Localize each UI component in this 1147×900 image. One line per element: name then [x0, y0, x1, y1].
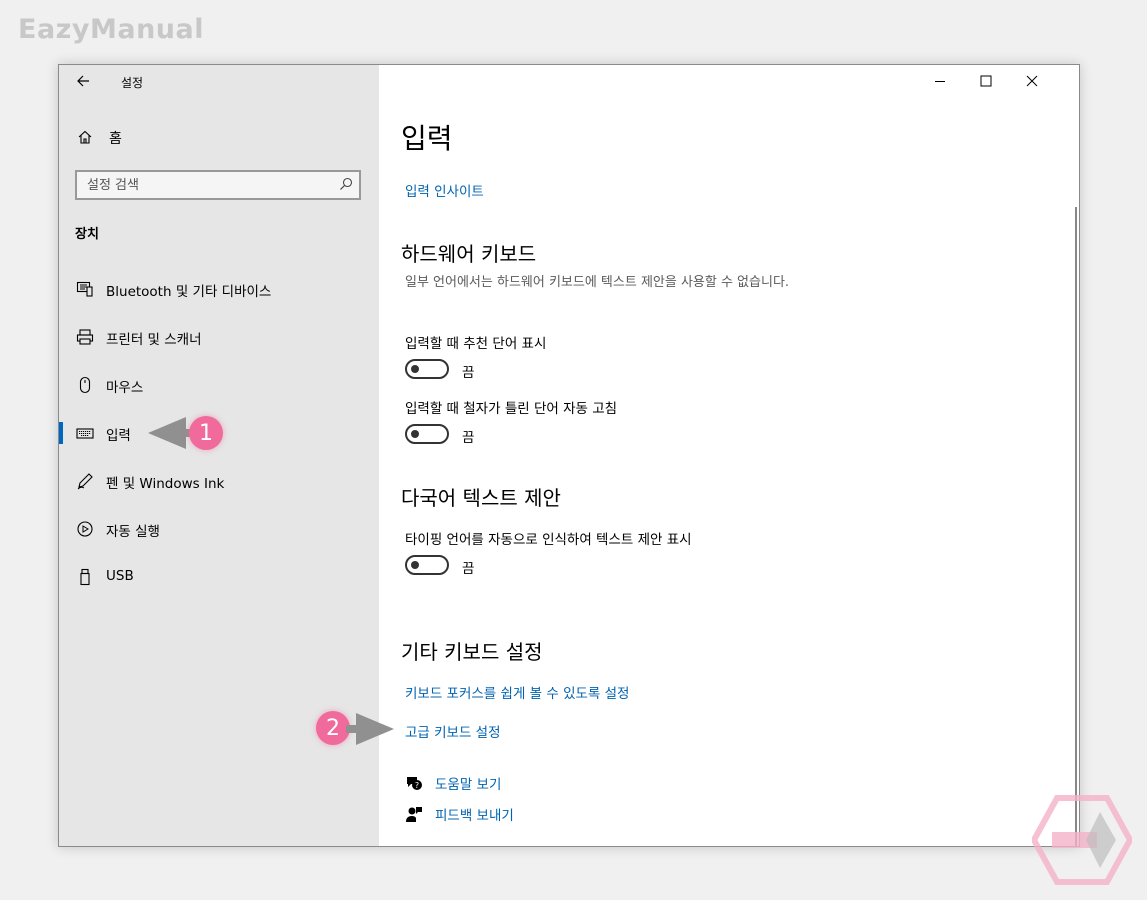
sidebar-item-pen[interactable]: 펜 및 Windows Ink: [59, 457, 379, 505]
annotation-badge-2: 2: [316, 711, 350, 745]
active-indicator: [59, 470, 63, 492]
minimize-icon: [935, 81, 945, 82]
typing-insights-link[interactable]: 입력 인사이트: [405, 180, 484, 200]
bluetooth-devices-icon: [76, 281, 93, 297]
settings-window: 설정 홈 장치 Bluetooth 및: [58, 64, 1080, 847]
minimize-button[interactable]: [918, 65, 964, 99]
feedback-icon: [406, 807, 422, 822]
sidebar-item-usb[interactable]: USB: [59, 553, 379, 601]
maximize-icon: [980, 75, 992, 87]
setting-label-autocorrect: 입력할 때 철자가 틀린 단어 자동 고침: [405, 401, 618, 417]
toggle-state-label: 끔: [462, 430, 475, 446]
sidebar-item-label: 자동 실행: [106, 524, 160, 540]
title-bar: 설정: [59, 65, 379, 99]
toggle-autocorrect[interactable]: [405, 424, 449, 444]
app-title: 설정: [121, 76, 144, 90]
home-label: 홈: [109, 131, 122, 147]
section-title-other-keyboard: 기타 키보드 설정: [401, 640, 543, 664]
autoplay-icon: [77, 521, 93, 537]
annotation-badge-1: 1: [189, 416, 223, 450]
sidebar-item-printers[interactable]: 프린터 및 스캐너: [59, 313, 379, 361]
sidebar-item-label: 프린터 및 스캐너: [106, 332, 202, 348]
category-title: 장치: [75, 227, 99, 242]
active-indicator: [59, 326, 63, 348]
hardware-keyboard-description: 일부 언어에서는 하드웨어 키보드에 텍스트 제안을 사용할 수 없습니다.: [405, 275, 790, 290]
toggle-state-label: 끔: [462, 561, 475, 577]
search-box[interactable]: [75, 170, 361, 200]
maximize-button[interactable]: [964, 65, 1010, 99]
svg-text:?: ?: [415, 781, 419, 790]
close-button[interactable]: [1010, 65, 1056, 99]
get-help-link[interactable]: ? 도움말 보기: [405, 773, 705, 795]
toggle-knob: [411, 430, 419, 438]
keyboard-icon: [76, 428, 94, 439]
back-arrow-icon: [77, 75, 89, 87]
give-feedback-link[interactable]: 피드백 보내기: [405, 804, 705, 826]
keyboard-focus-link[interactable]: 키보드 포커스를 쉽게 볼 수 있도록 설정: [405, 682, 629, 702]
active-indicator: [59, 518, 63, 540]
toggle-multilingual-suggestions[interactable]: [405, 555, 449, 575]
sidebar-item-autoplay[interactable]: 자동 실행: [59, 505, 379, 553]
home-icon: [78, 130, 92, 144]
scrollbar[interactable]: [1075, 207, 1077, 846]
usb-icon: [80, 568, 90, 586]
help-chat-icon: ?: [407, 777, 422, 790]
sidebar-item-label: 펜 및 Windows Ink: [106, 476, 225, 492]
content-pane: 입력 입력 인사이트 하드웨어 키보드 일부 언어에서는 하드웨어 키보드에 텍…: [379, 65, 1079, 846]
advanced-keyboard-settings-link[interactable]: 고급 키보드 설정: [405, 721, 501, 741]
get-help-label: 도움말 보기: [435, 777, 502, 793]
watermark-text: EazyManual: [18, 14, 204, 45]
toggle-state-label: 끔: [462, 365, 475, 381]
back-button[interactable]: [73, 70, 95, 92]
mouse-icon: [79, 376, 91, 394]
setting-label-show-suggestions: 입력할 때 추천 단어 표시: [405, 336, 547, 352]
search-input[interactable]: [77, 172, 337, 198]
sidebar-item-bluetooth[interactable]: Bluetooth 및 기타 디바이스: [59, 265, 379, 313]
section-title-hardware-keyboard: 하드웨어 키보드: [401, 242, 537, 266]
sidebar-item-label: USB: [106, 568, 134, 584]
section-title-multilingual: 다국어 텍스트 제안: [401, 486, 561, 510]
sidebar-item-label: Bluetooth 및 기타 디바이스: [106, 284, 272, 300]
toggle-knob: [411, 365, 419, 373]
active-indicator: [59, 422, 63, 444]
search-icon[interactable]: [339, 177, 353, 191]
close-icon: [1026, 75, 1038, 87]
page-title: 입력: [401, 122, 453, 155]
active-indicator: [59, 566, 63, 588]
toggle-show-suggestions[interactable]: [405, 359, 449, 379]
annotation-arrow-2: [346, 713, 394, 745]
active-indicator: [59, 278, 63, 300]
sidebar-item-label: 마우스: [106, 380, 144, 396]
active-indicator: [59, 374, 63, 396]
pen-icon: [77, 473, 93, 490]
give-feedback-label: 피드백 보내기: [435, 808, 514, 824]
setting-label-multilingual-suggestions: 타이핑 언어를 자동으로 인식하여 텍스트 제안 표시: [405, 532, 692, 548]
site-logo-icon: [1032, 795, 1132, 885]
sidebar-item-mouse[interactable]: 마우스: [59, 361, 379, 409]
home-nav-item[interactable]: 홈: [77, 128, 357, 150]
printer-icon: [76, 329, 94, 345]
toggle-knob: [411, 561, 419, 569]
sidebar-item-label: 입력: [106, 428, 131, 444]
